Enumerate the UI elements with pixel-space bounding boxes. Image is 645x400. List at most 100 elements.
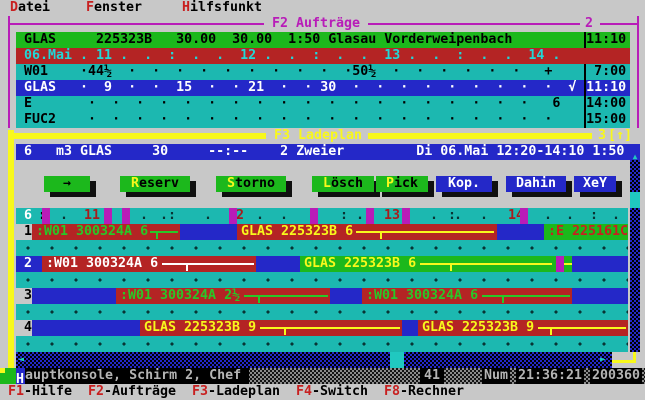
storno-button[interactable]: Storno xyxy=(216,176,286,192)
row-time: 14:00 xyxy=(584,96,630,112)
ladeplan-row-1: 1:W01 300324A 6GLAS 225323B 6:E 225161C xyxy=(16,224,628,240)
gantt-bar-segment[interactable]: :W01 300324A 6 xyxy=(32,224,180,240)
gantt-bar-segment[interactable]: :W01 300324A 6 xyxy=(42,256,256,272)
ruler-event-marker xyxy=(366,208,374,224)
scroll-up-arrow[interactable]: ▲ xyxy=(630,144,640,160)
gantt-bar-gap xyxy=(556,256,564,272)
gantt-bar-segment[interactable]: GLAS 225323B 9 xyxy=(140,320,402,336)
ruler-dot: . xyxy=(430,208,438,224)
gantt-bar-gap xyxy=(32,288,116,304)
segment-tick xyxy=(502,297,504,303)
fkey-f1-hilfe[interactable]: F1-Hilfe xyxy=(8,384,72,400)
ruler-hour-label: 11 xyxy=(84,208,100,224)
status-code: 200360 xyxy=(590,368,642,384)
row-time: 11:10 xyxy=(584,80,630,96)
vertical-scrollbar[interactable]: ▲ ▼ xyxy=(630,144,640,368)
f3-border-bar xyxy=(14,133,266,139)
ruler-dot: . xyxy=(480,208,488,224)
ruler-dot: . xyxy=(60,208,68,224)
gantt-bar-gap xyxy=(572,288,628,304)
f3-titlebar: F3 Ladeplan 3 [↑] xyxy=(0,128,645,144)
menu-label: ilfsfunkt xyxy=(190,0,262,15)
status-yellow-corner xyxy=(0,368,5,373)
ruler-event-marker xyxy=(122,208,130,224)
dahin-button[interactable]: Dahin xyxy=(506,176,566,192)
pick-button[interactable]: Pick xyxy=(376,176,428,192)
gantt-bar-segment[interactable]: :W01 300324A 2½ xyxy=(116,288,330,304)
move-button[interactable]: → xyxy=(44,176,90,192)
segment-duration-line xyxy=(420,263,552,265)
ruler-dot: . xyxy=(204,208,212,224)
segment-label: :W01 300324A 6 xyxy=(366,288,478,304)
hscroll-thumb[interactable] xyxy=(390,352,404,368)
segment-duration-line xyxy=(162,263,254,265)
hscroll-track[interactable] xyxy=(16,352,612,368)
horizontal-scrollbar[interactable]: ◄ ► xyxy=(16,352,628,368)
f2-window: F2 Aufträge 2 GLAS 225323B 30.00 30.00 1… xyxy=(0,16,645,128)
fkey-action: -Hilfe xyxy=(24,384,72,399)
ladeplan-info-text: 6 m3 GLAS 30 --:-- 2 Zweier Di 06.Mai 12… xyxy=(16,144,630,160)
arrow-right-icon: → xyxy=(63,176,71,191)
status-hotkey-cell: H xyxy=(16,368,25,384)
gantt-bar-segment[interactable]: :W01 300324A 6 xyxy=(362,288,572,304)
menu-hotkey: F xyxy=(86,0,94,15)
button-row: → Reserv Storno LöschPick Kop. Dahin XeY xyxy=(0,176,645,208)
f2-border-right xyxy=(637,16,639,128)
reserv-button[interactable]: Reserv xyxy=(120,176,190,192)
ruler-event-marker xyxy=(229,208,237,224)
right-arrow-icon[interactable]: ► xyxy=(600,352,606,368)
fkey-f4-switch[interactable]: F4-Switch xyxy=(296,384,368,400)
f3-border-left xyxy=(8,130,14,368)
ladeplan-row-3: 3:W01 300324A 2½:W01 300324A 6 xyxy=(16,288,628,304)
row-text: FUC2 · · · · · · · · · · · · · · · · · ·… xyxy=(16,112,584,128)
date-ruler-row[interactable]: 06.Mai . 11 . . : . . 12 . . : . . 13 . … xyxy=(16,48,630,64)
row-text: 06.Mai . 11 . . : . . 12 . . : . . 13 . … xyxy=(16,48,586,64)
left-arrow-icon[interactable]: ◄ xyxy=(18,352,24,368)
status-count: 41 xyxy=(420,368,444,384)
kop-button[interactable]: Kop. xyxy=(436,176,492,192)
ruler-event-marker xyxy=(42,208,50,224)
ruler-dot: . xyxy=(356,208,364,224)
gantt-bar-gap xyxy=(330,288,362,304)
loesch-button[interactable]: Lösch xyxy=(312,176,374,192)
button-label: eserv xyxy=(139,176,179,191)
menu-item-fenster[interactable]: Fenster xyxy=(86,0,142,16)
fkey-label: F8 xyxy=(384,384,400,399)
segment-tick xyxy=(450,265,452,271)
gantt-bar-segment[interactable]: GLAS 225323B 6 xyxy=(300,256,556,272)
xey-button[interactable]: XeY xyxy=(574,176,616,192)
gantt-bar-segment[interactable]: GLAS 225323B 6 xyxy=(237,224,497,240)
fkey-action: -Switch xyxy=(312,384,368,399)
menu-label: atei xyxy=(18,0,50,15)
vscroll-thumb[interactable] xyxy=(630,192,640,208)
fkey-f2-auftraege[interactable]: F2-Aufträge xyxy=(88,384,176,400)
status-clock: 21:36:21 xyxy=(516,368,584,384)
menu-item-hilfsfunkt[interactable]: Hilfsfunkt xyxy=(182,0,262,16)
gantt-bar-gap xyxy=(497,224,544,240)
gantt-bar-segment[interactable]: :E 225161C xyxy=(544,224,628,240)
segment-tick xyxy=(156,233,158,239)
fkey-f8-rechner[interactable]: F8-Rechner xyxy=(384,384,464,400)
button-hotkey: R xyxy=(131,176,139,191)
menu-label: enster xyxy=(94,0,142,15)
gantt-bar-segment[interactable]: GLAS 225323B 9 xyxy=(418,320,628,336)
tour-row-w01[interactable]: W01 ·44½ · · · · · · · · · ·50½ · · · · … xyxy=(16,64,630,80)
status-bar: H auptkonsole, Schirm 2, Chef 41 Num 21:… xyxy=(0,368,645,384)
ladeplan-info-row[interactable]: 6 m3 GLAS 30 --:-- 2 Zweier Di 06.Mai 12… xyxy=(16,144,630,160)
fkey-f3-ladeplan[interactable]: F3-Ladeplan xyxy=(192,384,280,400)
menu-item-datei[interactable]: Datei xyxy=(10,0,50,16)
tour-row-e[interactable]: E · · · · · · · · · · · · · · · · · · · … xyxy=(16,96,630,112)
ruler-dot: . xyxy=(612,208,620,224)
f2-border-left xyxy=(8,16,10,128)
row-time: 15:00 xyxy=(584,112,630,128)
button-hotkey: P xyxy=(386,176,394,191)
gantt-bar-gap xyxy=(180,224,237,240)
tour-row-fuc2[interactable]: FUC2 · · · · · · · · · · · · · · · · · ·… xyxy=(16,112,630,128)
app-screen: Datei Fenster Hilfsfunkt F2 Aufträge 2 GLA… xyxy=(0,0,645,400)
order-row-glas[interactable]: GLAS 225323B 30.00 30.00 1:50 Glasau Vor… xyxy=(16,32,630,48)
button-label: XeY xyxy=(583,176,607,191)
tour-row-glas-selected[interactable]: GLAS · 9 · · 15 · · 21 · · 30 · · · · · … xyxy=(16,80,630,96)
vscroll-track[interactable] xyxy=(630,160,640,352)
f3-border-corner xyxy=(612,352,644,368)
row-text: E · · · · · · · · · · · · · · · · · · · … xyxy=(16,96,584,112)
